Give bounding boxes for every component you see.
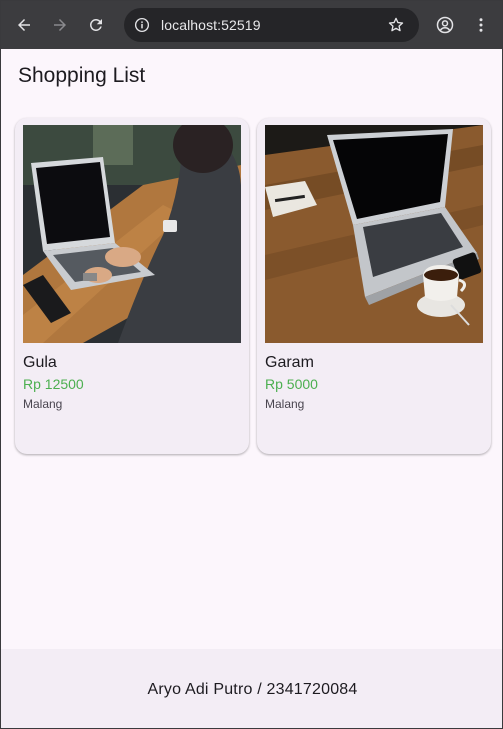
product-city: Malang xyxy=(265,397,305,411)
product-image xyxy=(265,125,483,343)
site-info-button[interactable] xyxy=(127,10,157,40)
product-price: Rp 5000 xyxy=(265,376,318,392)
forward-icon xyxy=(54,19,66,31)
reload-icon xyxy=(89,18,102,31)
reload-button[interactable] xyxy=(79,8,113,42)
profile-button[interactable] xyxy=(428,8,462,42)
browser-menu-button[interactable] xyxy=(464,8,498,42)
back-button[interactable] xyxy=(7,8,41,42)
footer: Aryo Adi Putro / 2341720084 xyxy=(1,649,502,728)
browser-toolbar: localhost:52519 xyxy=(1,1,502,49)
menu-dots-icon xyxy=(479,18,483,32)
browser-window: localhost:52519 Shopping List Gula Rp 12… xyxy=(0,0,503,729)
product-card[interactable]: Gula Rp 12500 Malang xyxy=(15,118,249,454)
product-name: Gula xyxy=(23,354,57,371)
product-city: Malang xyxy=(23,397,63,411)
footer-credit: Aryo Adi Putro / 2341720084 xyxy=(147,680,358,698)
product-name: Garam xyxy=(265,354,314,371)
product-card[interactable]: Garam Rp 5000 Malang xyxy=(257,118,491,454)
bookmark-star-icon[interactable] xyxy=(387,16,405,34)
site-info-icon xyxy=(134,17,150,33)
address-bar[interactable]: localhost:52519 xyxy=(124,8,419,42)
forward-button[interactable] xyxy=(43,8,77,42)
page-title: Shopping List xyxy=(18,64,146,87)
profile-icon xyxy=(436,16,454,34)
product-price: Rp 12500 xyxy=(23,376,84,392)
back-icon xyxy=(18,19,30,31)
url-text[interactable]: localhost:52519 xyxy=(161,17,261,33)
product-image xyxy=(23,125,241,343)
app-bar: Shopping List xyxy=(1,49,502,105)
